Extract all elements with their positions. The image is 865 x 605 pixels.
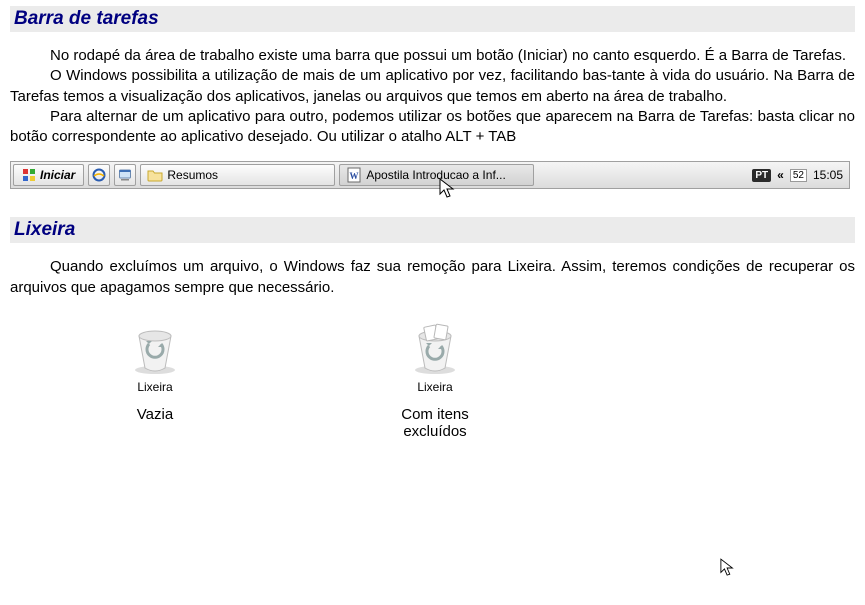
tray-clock: 15:05 xyxy=(813,168,843,182)
lixeira-empty-caption: Vazia xyxy=(90,406,220,423)
task1-label: Resumos xyxy=(167,168,218,182)
tray-temp[interactable]: 52 xyxy=(790,169,807,182)
recycle-bin-full-icon xyxy=(370,322,500,376)
quick-launch-ie[interactable] xyxy=(88,164,110,186)
start-button-label: Iniciar xyxy=(40,168,75,182)
globe-e-icon xyxy=(92,168,106,182)
taskbar-mockup: Iniciar xyxy=(10,161,850,189)
system-tray: PT « 52 15:05 xyxy=(746,168,849,182)
windows-flag-icon xyxy=(22,168,36,182)
tray-chevron-icon[interactable]: « xyxy=(777,168,784,182)
lixeira-full-caption-l2: excluídos xyxy=(370,423,500,440)
taskbar-item-resumos[interactable]: Resumos xyxy=(140,164,335,186)
lixeira-full-label: Lixeira xyxy=(370,380,500,394)
lixeira-full-item: Lixeira Com itens excluídos xyxy=(370,322,500,440)
lixeira-full-caption: Com itens excluídos xyxy=(370,406,500,440)
recycle-bin-empty-icon xyxy=(90,322,220,376)
lixeira-empty-item: Lixeira Vazia xyxy=(90,322,220,423)
section-header-lixeira: Lixeira xyxy=(10,217,855,243)
cursor-icon xyxy=(720,558,736,578)
word-doc-icon: W xyxy=(346,167,362,183)
task2-label: Apostila Introducao a Inf... xyxy=(366,168,505,182)
section2-body: Quando excluímos um arquivo, o Windows f… xyxy=(10,257,855,298)
document-page: Barra de tarefas No rodapé da área de tr… xyxy=(0,0,865,470)
section1-body: No rodapé da área de trabalho existe uma… xyxy=(10,46,855,147)
section1-p2: O Windows possibilita a utilização de ma… xyxy=(10,66,855,107)
quick-launch-desktop[interactable] xyxy=(114,164,136,186)
section-title-lixeira: Lixeira xyxy=(14,219,851,241)
lixeira-empty-label: Lixeira xyxy=(90,380,220,394)
section-header-taskbar: Barra de tarefas xyxy=(10,6,855,32)
lixeira-icons-row: Lixeira Vazia Lixeira Com itens ex xyxy=(90,322,855,440)
section2-p1: Quando excluímos um arquivo, o Windows f… xyxy=(10,257,855,298)
show-desktop-icon xyxy=(118,168,132,182)
section-title-taskbar: Barra de tarefas xyxy=(14,8,851,30)
lixeira-full-caption-l1: Com itens xyxy=(370,406,500,423)
svg-text:W: W xyxy=(350,171,359,181)
tray-lang[interactable]: PT xyxy=(752,169,771,182)
section1-p1: No rodapé da área de trabalho existe uma… xyxy=(10,46,855,66)
section1-p3: Para alternar de um aplicativo para outr… xyxy=(10,107,855,148)
folder-icon xyxy=(147,168,163,182)
taskbar-item-apostila[interactable]: W Apostila Introducao a Inf... xyxy=(339,164,534,186)
start-button[interactable]: Iniciar xyxy=(13,164,84,186)
